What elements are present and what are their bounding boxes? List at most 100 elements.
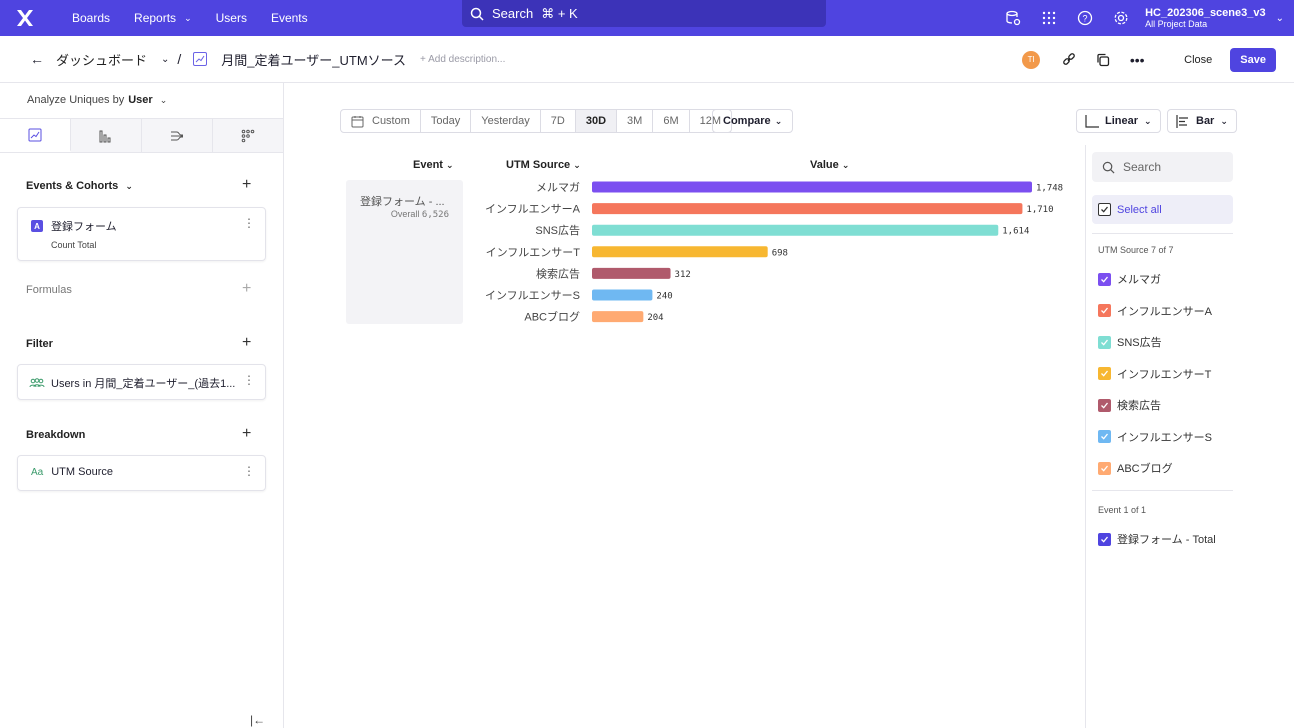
bar[interactable] — [592, 289, 653, 301]
nav-users[interactable]: Users — [204, 11, 259, 25]
legend-item[interactable]: インフルエンサーA — [1098, 303, 1212, 319]
legend-item[interactable]: 検索広告 — [1098, 397, 1161, 413]
divider — [1092, 490, 1233, 491]
add-event-button[interactable]: + — [242, 176, 251, 194]
nav-events[interactable]: Events — [259, 11, 320, 25]
data-label: 240 — [656, 292, 672, 302]
report-header: ← ダッシュボード ⌄ / 月間_定着ユーザー_UTMソース + Add des… — [0, 36, 1294, 83]
flows-icon — [171, 131, 183, 140]
project-name: HC_202306_scene3_v3 — [1145, 6, 1266, 19]
project-sub: All Project Data — [1145, 18, 1208, 29]
category-label: ABCブログ — [524, 310, 580, 324]
back-arrow-icon[interactable]: ← — [30, 51, 44, 67]
breakdown-card[interactable]: Aa UTM Source ⋮ — [17, 455, 266, 491]
checkbox-icon — [1098, 430, 1111, 443]
select-all-toggle[interactable]: Select all — [1092, 195, 1233, 224]
bar[interactable] — [592, 224, 999, 236]
legend-panel: Search Select all UTM Source 7 of 7 メルマガ… — [1085, 145, 1294, 728]
bar[interactable] — [592, 246, 768, 258]
tab-retention[interactable] — [213, 119, 284, 152]
data-management-icon[interactable] — [995, 0, 1031, 36]
scale-dropdown[interactable]: Linear ⌄ — [1076, 109, 1161, 133]
category-label: SNS広告 — [535, 224, 580, 237]
legend-item-label: メルマガ — [1117, 274, 1161, 286]
event-card[interactable]: A 登録フォーム Count Total ⋮ — [17, 207, 266, 261]
svg-text:?: ? — [1083, 14, 1088, 24]
chevron-down-icon: ⌄ — [1275, 12, 1284, 24]
breakdown-section-title: Breakdown — [26, 429, 86, 441]
header-actions: TI ••• Close Save — [1022, 36, 1276, 83]
top-nav-bar: Boards Reports ⌄ Users Events Search ⌘ + … — [0, 0, 1294, 36]
data-label: 1,710 — [1026, 205, 1053, 215]
tab-insights[interactable] — [0, 119, 71, 152]
bar[interactable] — [592, 267, 671, 279]
legend-search-input[interactable]: Search — [1092, 152, 1233, 182]
legend-item[interactable]: SNS広告 — [1098, 334, 1162, 350]
analyze-uniques-selector[interactable]: Analyze Uniques by User ⌄ — [27, 94, 167, 106]
mixpanel-logo-icon[interactable] — [12, 5, 38, 31]
checkbox-icon — [1098, 461, 1111, 475]
link-icon[interactable] — [1052, 45, 1086, 75]
filter-section-title: Filter — [26, 338, 53, 350]
close-button[interactable]: Close — [1170, 48, 1226, 72]
chevron-down-icon[interactable]: ⌄ — [161, 54, 169, 65]
report-title[interactable]: 月間_定着ユーザー_UTMソース — [221, 50, 406, 69]
apps-grid-icon[interactable] — [1031, 0, 1067, 36]
project-selector[interactable]: HC_202306_scene3_v3 All Project Data ⌄ — [1145, 7, 1284, 30]
add-formula-button[interactable]: + — [242, 280, 251, 298]
data-label: 204 — [647, 313, 663, 323]
collapse-panel-icon[interactable]: |← — [250, 713, 265, 727]
duplicate-icon[interactable] — [1086, 45, 1120, 75]
more-options-icon[interactable]: ••• — [1120, 45, 1154, 75]
legend-item-label: 検索広告 — [1117, 400, 1161, 412]
category-label: インフルエンサーA — [485, 203, 581, 216]
legend-item-label: ABCブログ — [1117, 463, 1173, 475]
chart-type-dropdown[interactable]: Bar ⌄ — [1167, 109, 1237, 133]
tab-flows[interactable] — [142, 119, 213, 152]
chevron-down-icon: ⌄ — [184, 12, 192, 23]
help-icon[interactable]: ? — [1067, 0, 1103, 36]
global-search[interactable]: Search ⌘ + K — [462, 0, 826, 27]
category-label: インフルエンサーT — [486, 246, 581, 259]
checkbox-icon — [1098, 304, 1111, 317]
legend-item[interactable]: メルマガ — [1098, 271, 1161, 287]
more-vertical-icon[interactable]: ⋮ — [243, 216, 255, 230]
gear-icon[interactable] — [1103, 0, 1139, 36]
add-filter-button[interactable]: + — [242, 334, 251, 352]
save-button[interactable]: Save — [1230, 47, 1276, 72]
query-builder-panel: Analyze Uniques by User ⌄ Events & Cohort… — [0, 83, 284, 728]
breadcrumb[interactable]: ダッシュボード — [56, 50, 147, 69]
event-header: Event 1 of 1 — [1098, 505, 1147, 515]
add-description-link[interactable]: + Add description... — [420, 54, 505, 65]
chevron-down-icon: ⌄ — [1220, 115, 1228, 126]
bar[interactable] — [592, 311, 644, 323]
event-measure[interactable]: Count Total — [51, 240, 96, 250]
add-breakdown-button[interactable]: + — [242, 425, 251, 443]
nav-reports[interactable]: Reports ⌄ — [122, 11, 204, 25]
filter-card[interactable]: Users in 月間_定着ユーザー_(過去1... ⋮ — [17, 364, 266, 400]
legend-item-label: インフルエンサーT — [1117, 368, 1212, 381]
checkbox-icon — [1098, 367, 1111, 380]
bar[interactable] — [592, 203, 1023, 215]
data-label: 312 — [675, 270, 691, 280]
search-label: Search — [492, 6, 534, 21]
more-vertical-icon[interactable]: ⋮ — [243, 464, 255, 478]
legend-item-event[interactable]: 登録フォーム - Total — [1098, 531, 1216, 547]
horizontal-bar-icon — [1176, 114, 1188, 128]
tab-funnels[interactable] — [71, 119, 142, 152]
bar[interactable] — [592, 181, 1032, 193]
events-section-title[interactable]: Events & Cohorts ⌄ — [26, 180, 133, 192]
chevron-down-icon: ⌄ — [159, 95, 168, 105]
funnel-bars-icon — [99, 130, 111, 142]
avatar[interactable]: TI — [1022, 50, 1041, 69]
legend-item[interactable]: インフルエンサーT — [1098, 366, 1211, 382]
legend-item[interactable]: ABCブログ — [1098, 460, 1173, 476]
text-type-icon: Aa — [31, 466, 44, 478]
more-vertical-icon[interactable]: ⋮ — [243, 373, 255, 387]
event-name: 登録フォーム — [51, 221, 117, 233]
category-label: メルマガ — [536, 181, 580, 194]
legend-item[interactable]: インフルエンサーS — [1098, 429, 1212, 445]
search-shortcut: ⌘ + K — [541, 5, 578, 21]
category-label: 検索広告 — [536, 266, 580, 280]
nav-boards[interactable]: Boards — [60, 11, 122, 25]
